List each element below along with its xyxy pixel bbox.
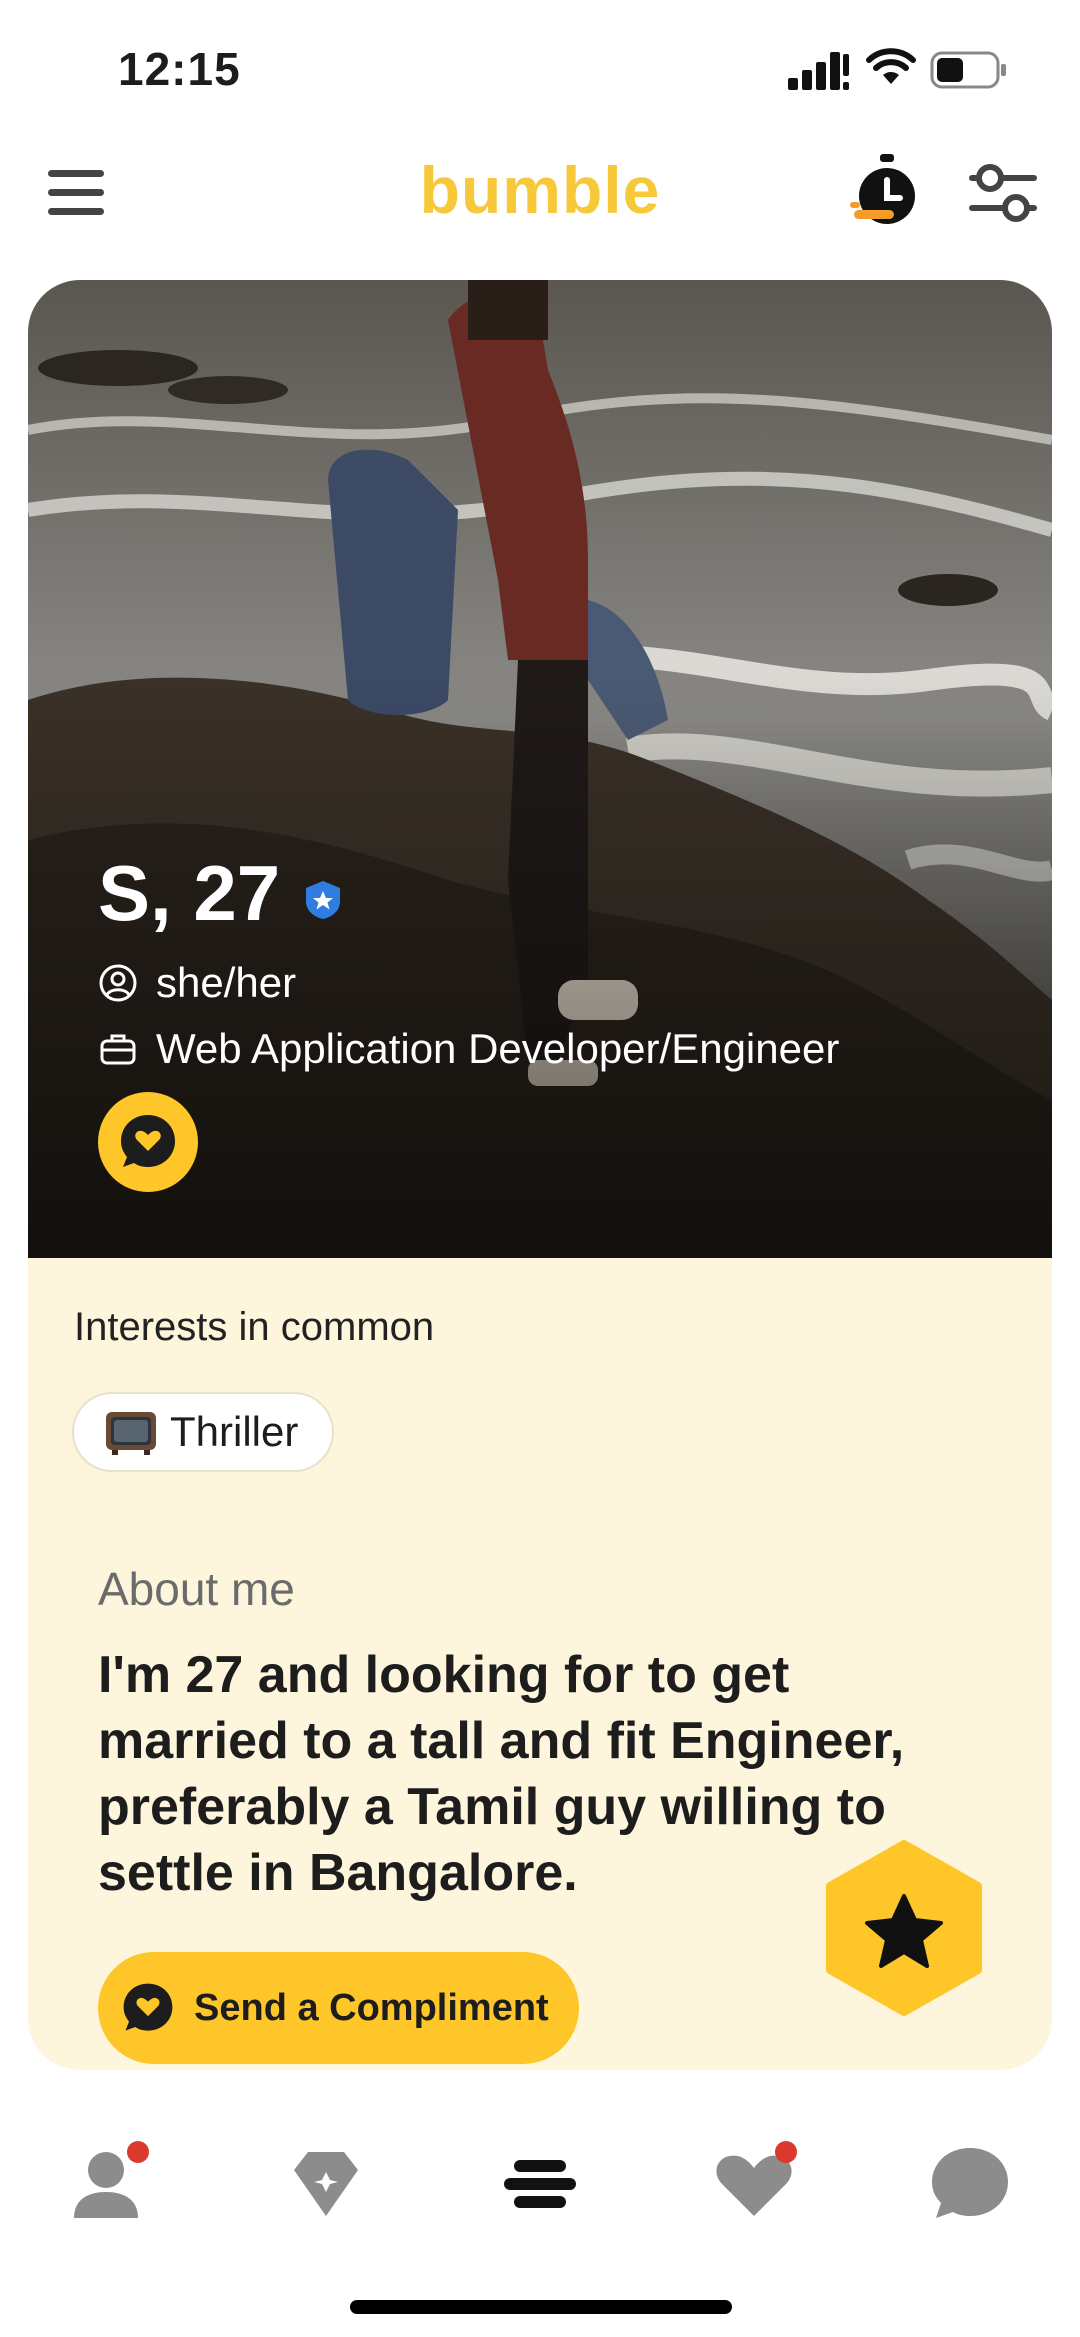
photo-info: S, 27 she/her Web Application Developer/… <box>98 848 839 1073</box>
interest-chip-label: Thriller <box>170 1408 299 1455</box>
top-bar: bumble <box>0 130 1080 260</box>
nav-people[interactable] <box>492 2136 588 2232</box>
compliment-circle-button[interactable] <box>98 1092 198 1192</box>
pronouns-icon <box>99 964 137 1002</box>
bottom-nav <box>0 2080 1080 2270</box>
bumble-icon <box>504 2160 576 2208</box>
nav-liked-you[interactable] <box>706 2136 802 2232</box>
job-text: Web Application Developer/Engineer <box>156 1025 840 1072</box>
profile-card[interactable]: S, 27 she/her Web Application Developer/… <box>28 280 1052 2070</box>
send-compliment-label: Send a Compliment <box>194 1986 549 2029</box>
backtrack-timer-icon[interactable] <box>850 152 920 232</box>
wifi-icon <box>866 48 916 84</box>
person-icon <box>74 2141 149 2218</box>
about-me-label: About me <box>98 1563 295 1615</box>
verified-badge-icon <box>306 880 341 919</box>
tv-icon <box>106 1412 156 1455</box>
compliment-bubble-icon <box>121 1115 175 1167</box>
send-compliment-button[interactable]: Send a Compliment <box>98 1952 579 2064</box>
compliment-bubble-icon <box>123 1983 173 2031</box>
profile-photo[interactable]: S, 27 she/her Web Application Developer/… <box>28 280 1052 1258</box>
interests-title: Interests in common <box>74 1305 435 1349</box>
cellular-signal-icon <box>788 52 849 90</box>
superswipe-star-button[interactable] <box>822 1840 986 2016</box>
nav-profile[interactable] <box>62 2136 158 2232</box>
nav-chats[interactable] <box>922 2136 1018 2232</box>
diamond-icon <box>294 2152 358 2216</box>
chat-icon <box>932 2148 1008 2218</box>
status-bar: 12:15 <box>0 0 1080 130</box>
interest-chip-thriller[interactable]: Thriller <box>72 1392 335 1472</box>
heart-icon <box>716 2141 797 2216</box>
profile-name-age: S, 27 <box>98 849 281 937</box>
filter-icon[interactable] <box>968 158 1038 228</box>
nav-discover[interactable] <box>278 2136 374 2232</box>
briefcase-icon <box>100 1034 136 1065</box>
pronouns-text: she/her <box>156 959 297 1006</box>
battery-icon <box>930 51 1006 89</box>
status-time: 12:15 <box>118 43 241 95</box>
home-indicator <box>350 2300 732 2314</box>
